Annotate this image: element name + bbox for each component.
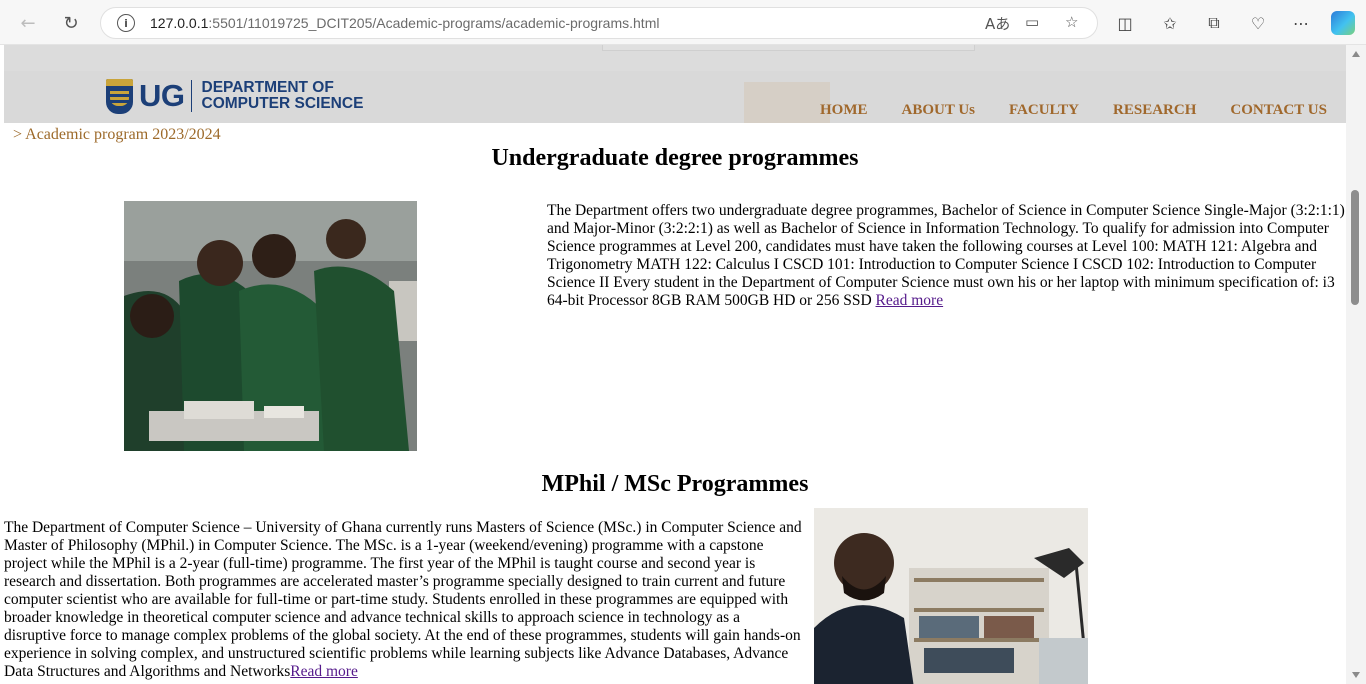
browser-toolbar: ← ↻ i 127.0.0.1:5501/11019725_DCIT205/Ac… — [0, 0, 1366, 45]
ug-crest-icon — [106, 78, 133, 114]
undergrad-text: The Department offers two undergraduate … — [547, 202, 1345, 309]
page-viewport: UG DEPARTMENT OF COMPUTER SCIENCE HOME A… — [4, 45, 1346, 684]
mphil-text: The Department of Computer Science – Uni… — [4, 519, 802, 680]
mphil-description: The Department of Computer Science – Uni… — [4, 519, 804, 681]
mphil-heading: MPhil / MSc Programmes — [541, 471, 809, 497]
logo-line-1: DEPARTMENT OF — [201, 79, 334, 96]
browser-essentials-icon[interactable]: ♡ — [1246, 11, 1270, 35]
address-bar[interactable]: i 127.0.0.1:5501/11019725_DCIT205/Academ… — [100, 7, 1098, 39]
header-faded-button — [744, 82, 830, 123]
copilot-icon[interactable] — [1331, 11, 1355, 35]
nav-faculty[interactable]: FACULTY — [1009, 102, 1079, 119]
scrollbar-thumb[interactable] — [1351, 190, 1359, 305]
mphil-read-more-link[interactable]: Read more — [290, 663, 358, 680]
scroll-up-arrow-icon[interactable] — [1352, 51, 1360, 57]
nav-research[interactable]: RESEARCH — [1113, 102, 1196, 119]
undergrad-read-more-link[interactable]: Read more — [876, 292, 944, 309]
site-header: UG DEPARTMENT OF COMPUTER SCIENCE HOME A… — [4, 45, 1346, 123]
nav-home[interactable]: HOME — [820, 102, 868, 119]
url-host: 127.0.0.1 — [150, 15, 209, 31]
logo-ug-text: UG — [139, 78, 185, 113]
read-aloud-icon[interactable]: Aあ — [985, 13, 1010, 34]
students-photo-graphic — [124, 201, 417, 451]
immersive-reader-icon[interactable]: ▭ — [1025, 13, 1039, 31]
logo-line-2: COMPUTER SCIENCE — [201, 95, 364, 112]
scroll-down-arrow-icon[interactable] — [1352, 672, 1360, 678]
logo-divider — [190, 80, 192, 112]
more-menu-icon[interactable]: ⋯ — [1289, 11, 1313, 35]
page-scrollbar[interactable] — [1346, 45, 1366, 684]
url-path: :5501/11019725_DCIT205/Academic-programs… — [208, 15, 660, 31]
header-faded-box — [602, 45, 975, 51]
nav-contact-us[interactable]: CONTACT US — [1230, 102, 1327, 119]
student-laptop-photo-graphic — [814, 508, 1088, 684]
ug-logo[interactable]: UG DEPARTMENT OF COMPUTER SCIENCE — [106, 78, 363, 114]
reload-icon[interactable]: ↻ — [57, 9, 85, 37]
undergrad-heading: Undergraduate degree programmes — [491, 145, 859, 171]
url-text[interactable]: 127.0.0.1:5501/11019725_DCIT205/Academic… — [150, 15, 659, 31]
students-photo — [124, 201, 417, 451]
split-screen-icon[interactable]: ◫ — [1113, 11, 1137, 35]
back-arrow-icon[interactable]: ← — [14, 9, 42, 37]
logo-department-text: DEPARTMENT OF COMPUTER SCIENCE — [202, 80, 364, 112]
undergrad-description: The Department offers two undergraduate … — [547, 202, 1345, 310]
main-nav: HOME ABOUT Us FACULTY RESEARCH CONTACT U… — [820, 102, 1346, 119]
student-laptop-photo — [814, 508, 1088, 684]
favorites-icon[interactable]: ✩ — [1158, 11, 1182, 35]
favorite-star-icon[interactable]: ☆ — [1065, 13, 1078, 31]
site-info-icon[interactable]: i — [117, 14, 135, 32]
nav-about-us[interactable]: ABOUT Us — [902, 102, 976, 119]
collections-icon[interactable]: ⧉ — [1202, 11, 1226, 35]
breadcrumb: > Academic program 2023/2024 — [13, 126, 221, 143]
